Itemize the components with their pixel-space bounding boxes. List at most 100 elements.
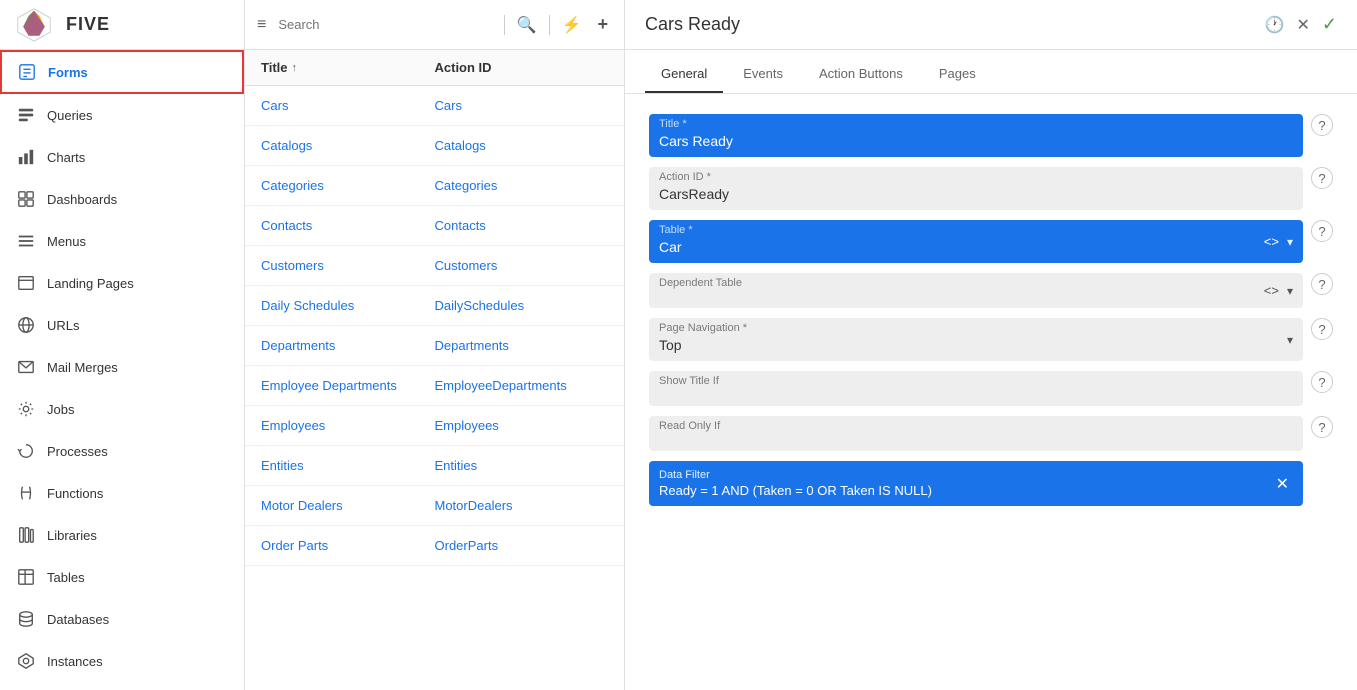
add-button[interactable]: +: [593, 12, 612, 37]
sidebar-item-forms[interactable]: Forms: [0, 50, 244, 94]
data-filter-value[interactable]: Ready = 1 AND (Taken = 0 OR Taken IS NUL…: [659, 483, 932, 498]
tab-general[interactable]: General: [645, 56, 723, 93]
table-row[interactable]: Employees Employees: [245, 406, 624, 446]
close-button[interactable]: ✕: [1297, 15, 1310, 35]
sidebar-item-urls[interactable]: URLs: [0, 304, 244, 346]
page-nav-field-group: Page Navigation * Top ▾ ?: [649, 318, 1333, 361]
data-filter-field: Data Filter Ready = 1 AND (Taken = 0 OR …: [649, 461, 1303, 506]
sidebar-item-databases[interactable]: Databases: [0, 598, 244, 640]
toolbar-divider: [504, 15, 505, 35]
tab-action-buttons[interactable]: Action Buttons: [803, 56, 919, 93]
sidebar-item-functions[interactable]: Functions: [0, 472, 244, 514]
action-id-value[interactable]: CarsReady: [649, 184, 1303, 210]
title-label: Title *: [649, 114, 1303, 131]
table-field: Table * Car <> ▾: [649, 220, 1303, 263]
sidebar: FIVE Forms Queries Charts Dashboards Men…: [0, 0, 245, 690]
table-row[interactable]: Entities Entities: [245, 446, 624, 486]
table-row[interactable]: Cars Cars: [245, 86, 624, 126]
search-button[interactable]: 🔍: [513, 13, 541, 37]
show-title-label: Show Title If: [649, 371, 1303, 388]
page-nav-label: Page Navigation *: [649, 318, 1285, 335]
show-title-help-icon[interactable]: ?: [1311, 371, 1333, 393]
sidebar-icon-processes: [15, 440, 37, 462]
table-row[interactable]: Motor Dealers MotorDealers: [245, 486, 624, 526]
sidebar-item-processes[interactable]: Processes: [0, 430, 244, 472]
cell-action-id: MotorDealers: [435, 498, 609, 513]
sidebar-label-urls: URLs: [47, 318, 80, 333]
data-filter-close-button[interactable]: ✕: [1272, 474, 1293, 494]
title-value[interactable]: Cars Ready: [649, 131, 1303, 157]
tab-pages[interactable]: Pages: [923, 56, 992, 93]
sidebar-item-queries[interactable]: Queries: [0, 94, 244, 136]
table-row[interactable]: Customers Customers: [245, 246, 624, 286]
table-field-group: Table * Car <> ▾ ?: [649, 220, 1333, 263]
right-panel: Cars Ready 🕐 ✕ ✓ GeneralEventsAction But…: [625, 0, 1357, 690]
filter-icon: ≡: [257, 16, 266, 34]
show-title-value[interactable]: [649, 388, 1303, 406]
sort-icon: ↑: [292, 62, 298, 74]
sidebar-icon-landing-pages: [15, 272, 37, 294]
history-button[interactable]: 🕐: [1265, 15, 1285, 35]
cell-action-id: OrderParts: [435, 538, 609, 553]
middle-panel: ≡ 🔍 ⚡ + Title ↑ Action ID Cars Cars Cata…: [245, 0, 625, 690]
table-value[interactable]: Car: [649, 237, 1262, 263]
sidebar-item-dashboards[interactable]: Dashboards: [0, 178, 244, 220]
sidebar-item-menus[interactable]: Menus: [0, 220, 244, 262]
sidebar-label-charts: Charts: [47, 150, 85, 165]
col-action-header: Action ID: [435, 60, 609, 75]
sidebar-icon-libraries: [15, 524, 37, 546]
sidebar-item-resources[interactable]: Resources: [0, 682, 244, 690]
table-row[interactable]: Order Parts OrderParts: [245, 526, 624, 566]
sidebar-label-databases: Databases: [47, 612, 109, 627]
sidebar-item-charts[interactable]: Charts: [0, 136, 244, 178]
sidebar-icon-databases: [15, 608, 37, 630]
search-input[interactable]: [278, 17, 495, 32]
table-code-button[interactable]: <>: [1262, 234, 1281, 249]
sidebar-logo: FIVE: [0, 0, 244, 50]
sidebar-label-dashboards: Dashboards: [47, 192, 117, 207]
sidebar-icon-menus: [15, 230, 37, 252]
action-id-field-group: Action ID * CarsReady ?: [649, 167, 1333, 210]
confirm-button[interactable]: ✓: [1322, 14, 1337, 35]
table-row[interactable]: Daily Schedules DailySchedules: [245, 286, 624, 326]
sidebar-label-forms: Forms: [48, 65, 88, 80]
read-only-value[interactable]: [649, 433, 1303, 451]
page-nav-help-icon[interactable]: ?: [1311, 318, 1333, 340]
cell-action-id: Customers: [435, 258, 609, 273]
cell-action-id: Contacts: [435, 218, 609, 233]
sidebar-item-mail-merges[interactable]: Mail Merges: [0, 346, 244, 388]
sidebar-item-landing-pages[interactable]: Landing Pages: [0, 262, 244, 304]
read-only-field: Read Only If: [649, 416, 1303, 451]
table-dropdown-button[interactable]: ▾: [1285, 235, 1295, 249]
read-only-help-icon[interactable]: ?: [1311, 416, 1333, 438]
cell-action-id: DailySchedules: [435, 298, 609, 313]
table-help-icon[interactable]: ?: [1311, 220, 1333, 242]
show-title-field: Show Title If: [649, 371, 1303, 406]
cell-title: Employees: [261, 418, 435, 433]
title-help-icon[interactable]: ?: [1311, 114, 1333, 136]
dep-table-dropdown-button[interactable]: ▾: [1285, 284, 1295, 298]
sidebar-item-instances[interactable]: Instances: [0, 640, 244, 682]
table-row[interactable]: Employee Departments EmployeeDepartments: [245, 366, 624, 406]
table-row[interactable]: Categories Categories: [245, 166, 624, 206]
page-nav-value[interactable]: Top: [649, 335, 1285, 361]
sidebar-item-tables[interactable]: Tables: [0, 556, 244, 598]
lightning-button[interactable]: ⚡: [558, 13, 586, 37]
tab-events[interactable]: Events: [727, 56, 799, 93]
action-id-help-icon[interactable]: ?: [1311, 167, 1333, 189]
dependent-table-value[interactable]: [649, 290, 1262, 308]
table-row[interactable]: Catalogs Catalogs: [245, 126, 624, 166]
sidebar-icon-forms: [16, 61, 38, 83]
sidebar-item-jobs[interactable]: Jobs: [0, 388, 244, 430]
show-title-field-group: Show Title If ?: [649, 371, 1333, 406]
sidebar-label-functions: Functions: [47, 486, 103, 501]
cell-action-id: Employees: [435, 418, 609, 433]
dep-table-code-button[interactable]: <>: [1262, 283, 1281, 298]
page-nav-dropdown-button[interactable]: ▾: [1285, 333, 1295, 347]
dependent-table-help-icon[interactable]: ?: [1311, 273, 1333, 295]
col-title-header[interactable]: Title ↑: [261, 60, 435, 75]
sidebar-item-libraries[interactable]: Libraries: [0, 514, 244, 556]
tabs-bar: GeneralEventsAction ButtonsPages: [625, 50, 1357, 94]
table-row[interactable]: Contacts Contacts: [245, 206, 624, 246]
table-row[interactable]: Departments Departments: [245, 326, 624, 366]
